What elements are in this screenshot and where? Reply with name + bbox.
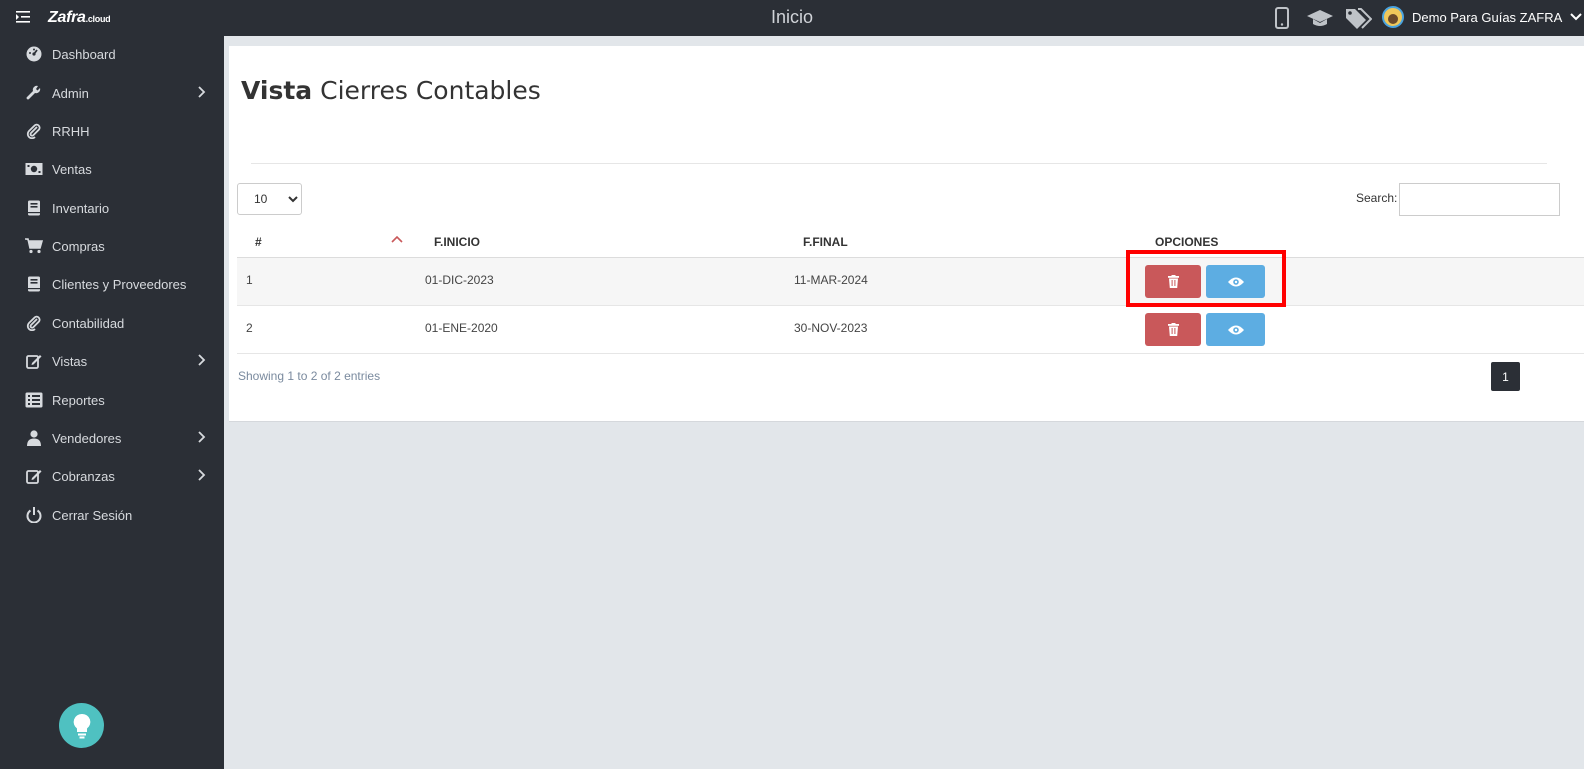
sidebar-item-label: Clientes y Proveedores [52,276,187,292]
paperclip-icon [24,314,44,332]
title-rest: Cierres Contables [320,76,541,105]
paperclip-icon [24,122,44,140]
table-row: 2 01-ENE-2020 30-NOV-2023 [237,306,1584,354]
table-row: 1 01-DIC-2023 11-MAR-2024 [237,258,1584,306]
sidebar-item-inventario[interactable]: Inventario [0,191,224,225]
edit-icon [24,467,44,485]
page-heading: Vista Cierres Contables [241,76,541,105]
chevron-right-icon [198,354,206,366]
sidebar-item-label: Reportes [52,392,105,408]
view-button[interactable] [1206,313,1265,346]
chevron-right-icon [198,469,206,481]
column-header-opciones: OPCIONES [1155,235,1219,249]
sidebar-item-rrhh[interactable]: RRHH [0,114,224,148]
sidebar: Dashboard Admin RRHH Ventas Inventario C… [0,36,224,769]
chevron-down-icon [1570,13,1582,21]
sidebar-item-compras[interactable]: Compras [0,229,224,263]
book-icon [24,275,44,293]
sidebar-item-label: Vendedores [52,430,122,446]
cell-f-inicio: 01-ENE-2020 [425,321,498,335]
tags-icon[interactable] [1344,6,1372,30]
wrench-icon [24,84,44,102]
cell-number: 1 [246,273,253,287]
list-icon [24,391,44,409]
user-menu[interactable]: Demo Para Guías ZAFRA [1382,6,1582,28]
sidebar-item-vistas[interactable]: Vistas [0,344,224,378]
cell-f-final: 30-NOV-2023 [794,321,868,335]
sidebar-item-label: Ventas [52,161,92,177]
sidebar-item-label: Vistas [52,353,88,369]
top-bar: Zafra.cloud Inicio Demo Para Guías ZAFRA [0,0,1584,36]
divider [251,163,1547,164]
cell-number: 2 [246,321,253,335]
sidebar-item-reportes[interactable]: Reportes [0,383,224,417]
sidebar-item-label: Cerrar Sesión [52,507,133,523]
chevron-right-icon [198,86,206,98]
column-header-f-inicio[interactable]: F.INICIO [434,235,480,249]
avatar [1382,6,1404,28]
sidebar-item-contabilidad[interactable]: Contabilidad [0,306,224,340]
user-icon [24,429,44,447]
trash-icon [1167,323,1179,336]
sidebar-item-ventas[interactable]: Ventas [0,152,224,186]
search-label: Search: [1356,191,1398,205]
sidebar-item-label: Inventario [52,200,110,216]
column-header-number[interactable]: # [255,235,262,249]
eye-icon [1227,325,1244,334]
mobile-icon[interactable] [1268,6,1296,30]
power-icon [24,506,44,524]
delete-button[interactable] [1145,313,1201,346]
top-icons [1268,6,1372,30]
sidebar-item-label: Compras [52,238,105,254]
sidebar-item-label: Admin [52,85,89,101]
search-input[interactable] [1399,183,1560,216]
column-header-f-final[interactable]: F.FINAL [803,235,848,249]
user-name: Demo Para Guías ZAFRA [1412,9,1563,25]
page-length-select[interactable]: 10 25 50 100 [237,183,302,215]
book-icon [24,199,44,217]
cell-f-final: 11-MAR-2024 [794,273,868,287]
sidebar-item-label: RRHH [52,123,90,139]
lightbulb-icon[interactable] [59,703,104,748]
money-icon [24,160,44,178]
cart-icon [24,237,44,255]
sidebar-item-label: Contabilidad [52,315,125,331]
sidebar-item-vendedores[interactable]: Vendedores [0,421,224,455]
sidebar-item-clientes[interactable]: Clientes y Proveedores [0,267,224,301]
pagination-page-1[interactable]: 1 [1491,362,1520,391]
dashboard-icon [24,45,44,63]
sidebar-item-dashboard[interactable]: Dashboard [0,37,224,71]
cell-f-inicio: 01-DIC-2023 [425,273,494,287]
title-bold: Vista [241,76,313,105]
sidebar-item-admin[interactable]: Admin [0,76,224,110]
chevron-right-icon [198,431,206,443]
sidebar-item-label: Cobranzas [52,468,115,484]
highlight-box [1126,250,1286,307]
edit-icon [24,352,44,370]
sort-asc-icon[interactable] [391,235,403,243]
sidebar-item-label: Dashboard [52,46,116,62]
graduation-cap-icon[interactable] [1306,6,1334,30]
main-panel: Vista Cierres Contables 10 25 50 100 Sea… [229,46,1584,422]
sidebar-item-cerrar-sesion[interactable]: Cerrar Sesión [0,498,224,532]
table-info: Showing 1 to 2 of 2 entries [238,369,381,383]
sidebar-item-cobranzas[interactable]: Cobranzas [0,459,224,493]
